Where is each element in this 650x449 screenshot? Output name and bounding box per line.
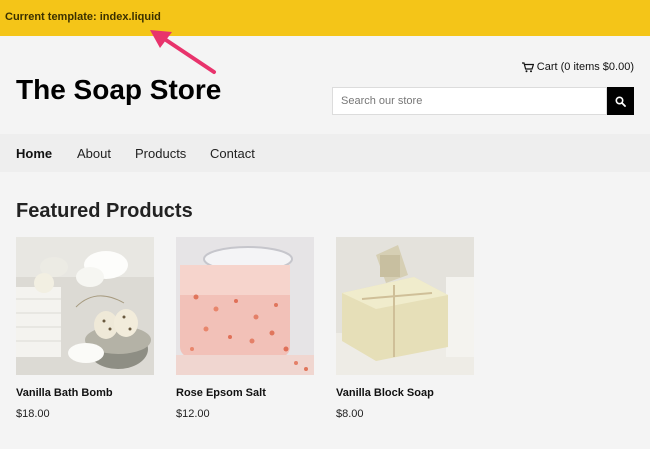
product-image[interactable] <box>16 237 154 375</box>
search-icon <box>615 95 626 107</box>
nav-item-about[interactable]: About <box>77 146 111 161</box>
search-form <box>332 87 634 115</box>
product-price: $12.00 <box>176 408 210 420</box>
template-banner-text: Current template: index.liquid <box>5 11 161 23</box>
featured-products-heading: Featured Products <box>16 200 193 222</box>
cart-link[interactable]: Cart (0 items $0.00) <box>521 61 634 73</box>
product-price: $18.00 <box>16 408 50 420</box>
product-image[interactable] <box>176 237 314 375</box>
nav-item-products[interactable]: Products <box>135 146 186 161</box>
product-card: Vanilla Block Soap $8.00 <box>336 237 474 420</box>
template-banner: Current template: index.liquid <box>0 0 650 36</box>
main-nav: Home About Products Contact <box>0 134 650 172</box>
search-input[interactable] <box>332 87 607 115</box>
arrow-annotation-icon <box>150 30 216 74</box>
cart-icon <box>521 61 534 72</box>
product-name[interactable]: Vanilla Bath Bomb <box>16 387 154 399</box>
product-image[interactable] <box>336 237 474 375</box>
store-title[interactable]: The Soap Store <box>16 74 221 106</box>
product-price: $8.00 <box>336 408 364 420</box>
nav-item-home[interactable]: Home <box>16 146 52 161</box>
product-card: Vanilla Bath Bomb $18.00 <box>16 237 154 420</box>
product-name[interactable]: Vanilla Block Soap <box>336 387 474 399</box>
search-button[interactable] <box>607 87 634 115</box>
nav-item-contact[interactable]: Contact <box>210 146 255 161</box>
product-card: Rose Epsom Salt $12.00 <box>176 237 314 420</box>
product-name[interactable]: Rose Epsom Salt <box>176 387 314 399</box>
cart-label: Cart (0 items $0.00) <box>536 61 634 73</box>
